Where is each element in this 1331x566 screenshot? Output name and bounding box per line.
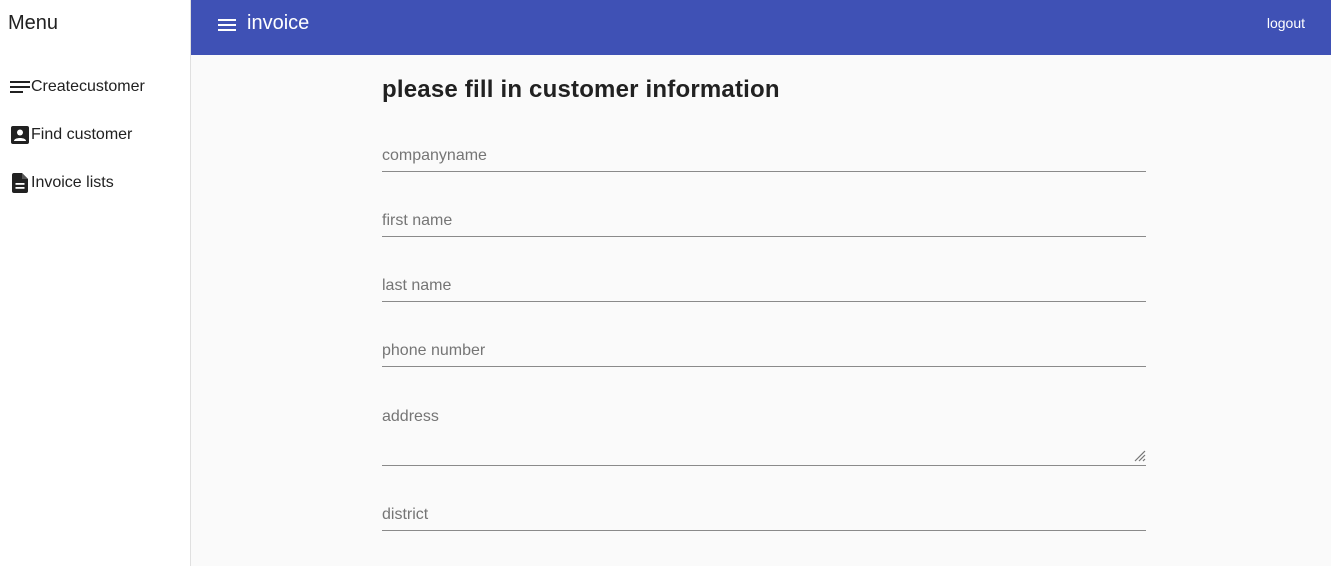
sidebar-item-invoice-lists[interactable]: Invoice lists xyxy=(0,159,190,207)
sidebar: Menu Createcustomer Find customer Invoic… xyxy=(0,0,191,566)
app-title: invoice xyxy=(247,12,310,34)
list-lines-icon xyxy=(9,76,31,98)
last-name-input[interactable] xyxy=(382,277,1146,295)
customer-form: please fill in customer information xyxy=(191,55,1331,566)
district-input[interactable] xyxy=(382,506,1146,524)
sidebar-title: Menu xyxy=(8,12,59,34)
sidebar-item-label: Invoice lists xyxy=(31,174,114,191)
sidebar-item-createcustomer[interactable]: Createcustomer xyxy=(0,63,190,111)
companyname-input[interactable] xyxy=(382,147,1146,165)
hamburger-menu-icon[interactable] xyxy=(217,15,237,35)
document-icon xyxy=(9,172,31,194)
sidebar-item-label: Createcustomer xyxy=(31,78,145,95)
address-field xyxy=(382,405,1146,466)
sidebar-item-label: Find customer xyxy=(31,126,133,143)
last-name-field xyxy=(382,277,1146,302)
resize-handle-icon[interactable] xyxy=(1132,448,1146,462)
sidebar-item-find-customer[interactable]: Find customer xyxy=(0,111,190,159)
address-textarea[interactable] xyxy=(382,405,1146,451)
app-root: Menu Createcustomer Find customer Invoic… xyxy=(0,0,1331,566)
phone-number-input[interactable] xyxy=(382,342,1146,360)
companyname-field xyxy=(382,147,1146,172)
first-name-input[interactable] xyxy=(382,212,1146,230)
form-title: please fill in customer information xyxy=(382,76,780,103)
top-app-bar: invoice logout xyxy=(191,0,1331,55)
contact-card-icon xyxy=(9,124,31,146)
phone-number-field xyxy=(382,342,1146,367)
district-field xyxy=(382,506,1146,531)
logout-button[interactable]: logout xyxy=(1267,15,1305,31)
first-name-field xyxy=(382,212,1146,237)
